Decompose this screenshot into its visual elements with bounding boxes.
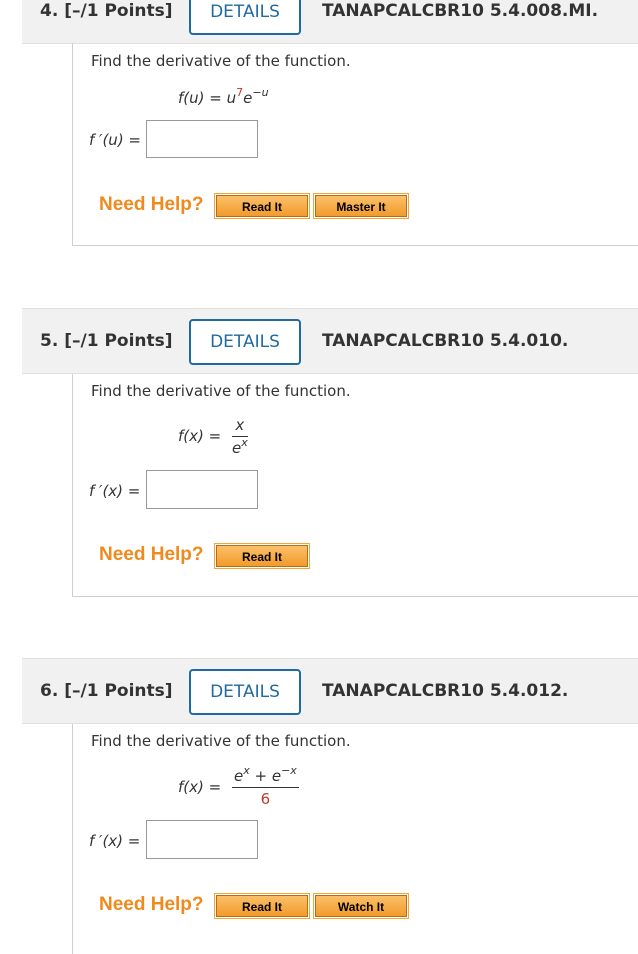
question-code: TANAPCALCBR10 5.4.012.	[322, 681, 569, 701]
need-help-label: Need Help?	[99, 194, 204, 215]
question-prompt: Find the derivative of the function.	[91, 52, 351, 70]
answer-label: f ′(x) =	[89, 832, 141, 850]
question-prompt: Find the derivative of the function.	[91, 732, 351, 750]
function-equation: f(u) = u7e−u	[178, 86, 269, 107]
fraction: ex + e−x 6	[231, 764, 299, 808]
question-code: TANAPCALCBR10 5.4.008.MI.	[322, 1, 599, 21]
details-button[interactable]: DETAILS	[189, 319, 301, 365]
fraction: x ex	[231, 416, 248, 457]
answer-label: f ′(u) =	[89, 131, 142, 149]
answer-input[interactable]	[146, 120, 258, 158]
question-body: Find the derivative of the function. f(x…	[72, 374, 638, 597]
answer-input[interactable]	[146, 470, 258, 509]
read-it-button[interactable]: Read It	[214, 543, 310, 569]
question-number: 6. [–/1 Points]	[40, 681, 173, 701]
function-equation: f(x) = x ex	[178, 416, 248, 457]
read-it-button[interactable]: Read It	[214, 193, 310, 219]
question-header: 4. [–/1 Points] DETAILS TANAPCALCBR10 5.…	[22, 0, 638, 44]
question-number: 5. [–/1 Points]	[40, 331, 173, 351]
question-prompt: Find the derivative of the function.	[91, 382, 351, 400]
need-help-label: Need Help?	[99, 544, 204, 565]
question-body: Find the derivative of the function. f(u…	[72, 43, 638, 246]
details-button[interactable]: DETAILS	[189, 0, 301, 35]
answer-label: f ′(x) =	[89, 482, 141, 500]
answer-input[interactable]	[146, 820, 258, 859]
question-code: TANAPCALCBR10 5.4.010.	[322, 331, 569, 351]
watch-it-button[interactable]: Watch It	[313, 893, 409, 919]
need-help-label: Need Help?	[99, 894, 204, 915]
question-body: Find the derivative of the function. f(x…	[72, 724, 638, 954]
function-equation: f(x) = ex + e−x 6	[178, 764, 299, 808]
question-header: 5. [–/1 Points] DETAILS TANAPCALCBR10 5.…	[22, 308, 638, 374]
details-button[interactable]: DETAILS	[189, 669, 301, 715]
master-it-button[interactable]: Master It	[313, 193, 409, 219]
read-it-button[interactable]: Read It	[214, 893, 310, 919]
question-header: 6. [–/1 Points] DETAILS TANAPCALCBR10 5.…	[22, 658, 638, 724]
question-number: 4. [–/1 Points]	[40, 1, 173, 21]
